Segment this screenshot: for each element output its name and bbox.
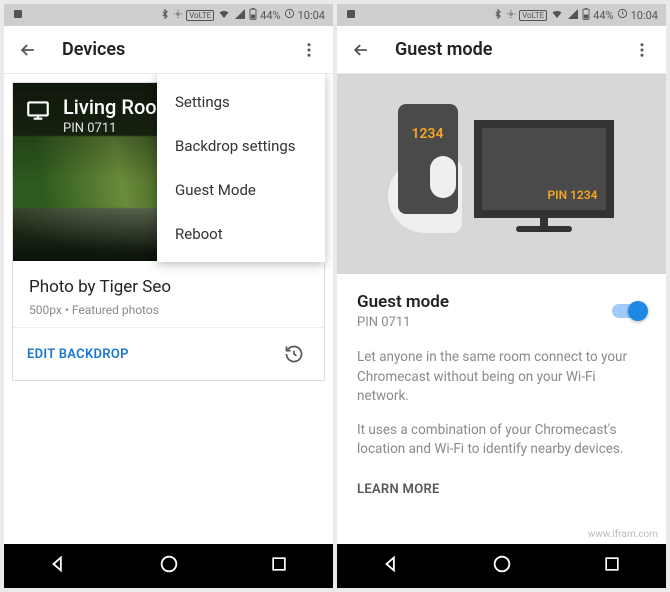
overflow-menu: Settings Backdrop settings Guest Mode Re… (157, 74, 325, 262)
nav-back-button[interactable] (381, 553, 403, 579)
location-icon (173, 8, 183, 23)
back-button[interactable] (12, 34, 44, 66)
guest-mode-body: Guest mode PIN 0711 Let anyone in the sa… (337, 274, 666, 515)
back-button[interactable] (345, 34, 377, 66)
battery-percent: 44% (593, 9, 613, 22)
status-time: 10:04 (298, 9, 325, 22)
clock-icon (284, 8, 295, 22)
illus-phone-pin: 1234 (412, 126, 444, 142)
learn-more-link[interactable]: LEARN MORE (357, 482, 440, 497)
nav-recents-button[interactable] (602, 554, 622, 578)
guest-mode-title: Guest mode (357, 292, 612, 312)
guest-mode-screen: VoLTE 44% 10:04 Guest mode 1234 (337, 4, 666, 588)
battery-icon (582, 8, 590, 23)
menu-item-backdrop-settings[interactable]: Backdrop settings (157, 124, 325, 168)
clock-icon (617, 8, 628, 22)
menu-item-guest-mode[interactable]: Guest Mode (157, 168, 325, 212)
signal-icon (234, 8, 246, 23)
nav-back-button[interactable] (48, 553, 70, 579)
content-area: 1234 PIN 1234 Guest mode PIN 0711 Let an… (337, 74, 666, 544)
status-bar: VoLTE 44% 10:04 (337, 4, 666, 26)
guest-mode-description-1: Let anyone in the same room connect to y… (357, 348, 646, 407)
nav-bar (337, 544, 666, 588)
wifi-icon (550, 8, 564, 23)
app-bar: Guest mode (337, 26, 666, 74)
signal-icon (567, 8, 579, 23)
guest-mode-illustration: 1234 PIN 1234 (337, 74, 666, 274)
tv-illustration: PIN 1234 (474, 120, 614, 218)
app-bar: Devices (4, 26, 333, 74)
watermark: www.ifram.com (588, 529, 658, 540)
nav-home-button[interactable] (158, 553, 180, 579)
photo-credit: Photo by Tiger Seo (29, 277, 308, 297)
bluetooth-icon (160, 8, 170, 23)
location-icon (506, 8, 516, 23)
guest-mode-switch[interactable] (612, 304, 646, 318)
status-time: 10:04 (631, 9, 658, 22)
overflow-button[interactable] (293, 34, 325, 66)
content-area: Living Room T PIN 0711 Photo by Tiger Se… (4, 74, 333, 544)
history-icon[interactable] (278, 338, 310, 370)
illus-tv-pin: PIN 1234 (547, 188, 597, 202)
nav-home-button[interactable] (491, 553, 513, 579)
menu-item-settings[interactable]: Settings (157, 80, 325, 124)
volte-badge: VoLTE (186, 10, 214, 21)
card-actions: EDIT BACKDROP (13, 327, 324, 380)
devices-screen: VoLTE 44% 10:04 Devices (4, 4, 333, 588)
overflow-button[interactable] (626, 34, 658, 66)
volte-badge: VoLTE (519, 10, 547, 21)
bluetooth-icon (493, 8, 503, 23)
nav-bar (4, 544, 333, 588)
edit-backdrop-button[interactable]: EDIT BACKDROP (27, 347, 278, 362)
guest-mode-description-2: It uses a combination of your Chromecast… (357, 421, 646, 460)
guest-mode-toggle-row: Guest mode PIN 0711 (357, 292, 646, 330)
status-bar: VoLTE 44% 10:04 (4, 4, 333, 26)
notification-icon (345, 8, 357, 23)
device-pin: PIN 0711 (63, 121, 116, 136)
page-title: Guest mode (395, 39, 626, 60)
phone-illustration: 1234 (390, 104, 460, 244)
battery-percent: 44% (260, 9, 280, 22)
nav-recents-button[interactable] (269, 554, 289, 578)
menu-item-reboot[interactable]: Reboot (157, 212, 325, 256)
tv-icon (25, 97, 51, 127)
battery-icon (249, 8, 257, 23)
guest-mode-pin: PIN 0711 (357, 315, 612, 330)
page-title: Devices (62, 39, 293, 60)
photo-source: 500px • Featured photos (29, 303, 308, 317)
wifi-icon (217, 8, 231, 23)
photo-info: Photo by Tiger Seo 500px • Featured phot… (13, 261, 324, 327)
notification-icon (12, 8, 24, 23)
